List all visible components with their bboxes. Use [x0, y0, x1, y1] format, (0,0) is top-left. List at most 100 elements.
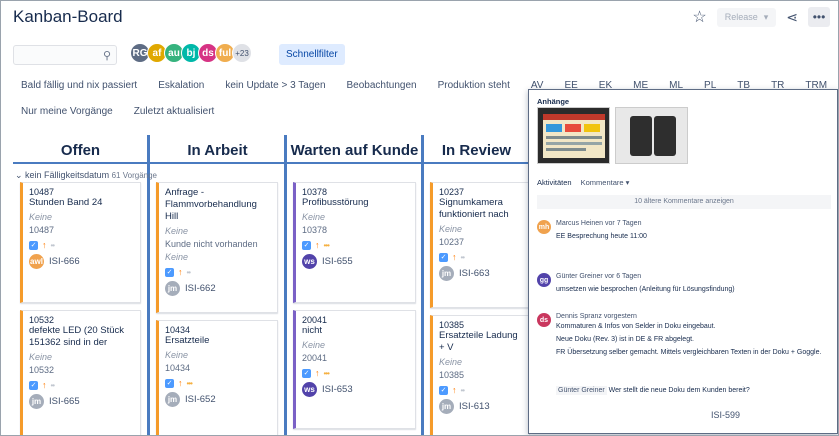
issue-key[interactable]: ISI-666	[49, 256, 80, 267]
column-header-offen: Offen	[60, 141, 101, 159]
estimate-dots-icon: ••	[460, 385, 466, 395]
issue-key[interactable]: ISI-663	[459, 268, 490, 279]
show-older-comments-button[interactable]: 10 ältere Kommentare anzeigen	[537, 195, 831, 209]
task-type-icon: ✓	[439, 385, 448, 395]
card-number: 20041	[302, 315, 328, 325]
card-number: 10378	[302, 187, 328, 197]
quick-filter-item[interactable]: Beobachtungen	[347, 80, 417, 91]
comment-text: Kommaturen & Infos von Selder in Doku ei…	[556, 323, 716, 330]
priority-up-icon: ↑	[452, 252, 457, 262]
screenshot-preview	[543, 114, 605, 158]
tab-comments[interactable]: Kommentare ▾	[581, 178, 630, 187]
quick-filter-button[interactable]: Schnellfilter	[279, 44, 345, 65]
card-number: 10434	[165, 325, 191, 335]
quick-filter-item[interactable]: Zuletzt aktualisiert	[134, 106, 215, 117]
column-header-in-review: In Review	[441, 141, 512, 159]
quick-filter-item[interactable]: Nur meine Vorgänge	[21, 106, 113, 117]
release-dropdown[interactable]: Release ▾	[716, 7, 777, 27]
reply-author: Günter Greiner	[556, 386, 607, 395]
task-type-icon: ✓	[165, 378, 174, 388]
quick-filter-item[interactable]: Bald fällig und nix passiert	[21, 80, 137, 91]
card-summary: Anfrage - Flammvorbehandlung Hill	[165, 187, 257, 222]
issue-card[interactable]: 10532 defekte LED (20 Stück 151362 sind …	[20, 310, 141, 435]
issue-key[interactable]: ISI-653	[322, 384, 353, 395]
card-number: 10487	[29, 187, 55, 197]
card-field: Keine	[439, 224, 463, 234]
comment: mh Marcus Heinen vor 7 Tagen EE Besprech…	[537, 220, 833, 250]
issue-card[interactable]: 10237 Signumkamera funktioniert nach Kei…	[430, 182, 530, 308]
issue-card[interactable]: Anfrage - Flammvorbehandlung Hill Keine …	[156, 182, 278, 313]
card-number-2: 10385	[439, 370, 465, 380]
search-icon: ⚲	[102, 50, 111, 62]
peek-issue-key[interactable]: ISI-599	[711, 410, 740, 420]
chevron-down-icon: ▾	[763, 11, 769, 22]
priority-up-icon: ↑	[315, 368, 320, 378]
quick-filter-item[interactable]: Produktion steht	[438, 80, 510, 91]
issue-key[interactable]: ISI-662	[185, 283, 216, 294]
reply-preview[interactable]: Günter Greiner Wer stellt die neue Doku …	[556, 386, 750, 395]
card-summary: defekte LED (20 Stück 151362 sind in der	[29, 325, 125, 348]
column-separator	[421, 161, 424, 435]
column-divider	[13, 162, 533, 164]
share-icon[interactable]: ⋖	[786, 9, 798, 26]
issue-key[interactable]: ISI-613	[459, 401, 490, 412]
priority-up-icon: ↑	[452, 385, 457, 395]
swimlane-header[interactable]: ⌄ kein Fälligkeitsdatum 61 Vorgänge	[15, 170, 157, 181]
card-number-2: 10532	[29, 365, 55, 375]
star-icon[interactable]: ☆	[692, 7, 706, 27]
task-type-icon: ✓	[302, 368, 311, 378]
quick-filter-item[interactable]: Eskalation	[158, 80, 204, 91]
card-field: Keine	[302, 212, 326, 222]
comment: ds Dennis Spranz vorgestern Kommaturen &…	[537, 313, 833, 383]
search-input[interactable]: ⚲	[13, 45, 117, 65]
priority-up-icon: ↑	[178, 267, 183, 277]
issue-card[interactable]: 10385 Ersatzteile Ladung + V Keine 10385…	[430, 315, 530, 435]
photo-object	[654, 116, 676, 156]
reply-text: Wer stellt die neue Doku dem Kunden bere…	[608, 387, 750, 394]
card-summary: Ersatzteile	[165, 335, 210, 346]
attachment-thumbnail-photo[interactable]	[615, 107, 688, 164]
tab-comments-label: Kommentare	[580, 178, 624, 187]
avatar: ds	[537, 313, 551, 327]
avatar: jm	[439, 266, 454, 281]
avatar: awl	[29, 254, 44, 269]
estimate-dots-icon: •••	[323, 368, 330, 378]
comment: gg Günter Greiner vor 6 Tagen umsetzen w…	[537, 273, 833, 303]
estimate-dots-icon: ••	[50, 240, 56, 250]
card-number-2: 20041	[302, 353, 328, 363]
card-summary: Profibusstörung	[302, 197, 369, 208]
issue-key[interactable]: ISI-655	[322, 256, 353, 267]
more-assignees-badge[interactable]: +23	[232, 43, 252, 63]
issue-card[interactable]: 10378 Profibusstörung Keine 10378 ✓ ↑ ••• …	[293, 182, 416, 303]
issue-key[interactable]: ISI-665	[49, 396, 80, 407]
estimate-dots-icon: ••	[50, 380, 56, 390]
avatar: jm	[165, 281, 180, 296]
comment-header: Dennis Spranz vorgestern	[556, 313, 637, 320]
tab-activity[interactable]: Aktivitäten	[537, 178, 572, 187]
quick-filter-item[interactable]: kein Update > 3 Tagen	[225, 80, 325, 91]
avatar: jm	[439, 399, 454, 414]
more-options-button[interactable]: •••	[808, 7, 830, 27]
avatar: gg	[537, 273, 551, 287]
card-field: Keine	[302, 340, 326, 350]
attachment-thumbnail-screenshot[interactable]	[537, 107, 610, 164]
swimlane-count: 61 Vorgänge	[111, 171, 157, 180]
card-field: Keine	[29, 212, 53, 222]
chevron-down-icon: ▾	[625, 178, 630, 187]
release-label: Release	[724, 12, 758, 22]
swimlane-label: kein Fälligkeitsdatum	[25, 170, 110, 180]
card-number-2: 10237	[439, 237, 465, 247]
card-note: Kunde nicht vorhanden	[165, 239, 258, 249]
column-header-warten: Warten auf Kunde	[290, 141, 419, 159]
issue-card[interactable]: 20041 nicht Keine 20041 ✓ ↑ ••• ws ISI-653	[293, 310, 416, 429]
avatar: jm	[165, 392, 180, 407]
kanban-window: Kanban-Board ☆ Release ▾ ⋖ ••• ⚲ RG af au bj…	[0, 0, 839, 436]
filter-row-2: Nur meine Vorgänge Zuletzt aktualisiert	[21, 106, 235, 117]
issue-card[interactable]: 10434 Ersatzteile Keine 10434 ✓ ↑ ••• jm IS…	[156, 320, 278, 435]
issue-card[interactable]: 10487 Stunden Band 24 Keine 10487 ✓ ↑ •• a…	[20, 182, 141, 303]
priority-up-icon: ↑	[315, 240, 320, 250]
card-field: Keine	[439, 357, 463, 367]
issue-key[interactable]: ISI-652	[185, 394, 216, 405]
task-type-icon: ✓	[165, 267, 174, 277]
comment-text: EE Besprechung heute 11:00	[556, 233, 647, 240]
